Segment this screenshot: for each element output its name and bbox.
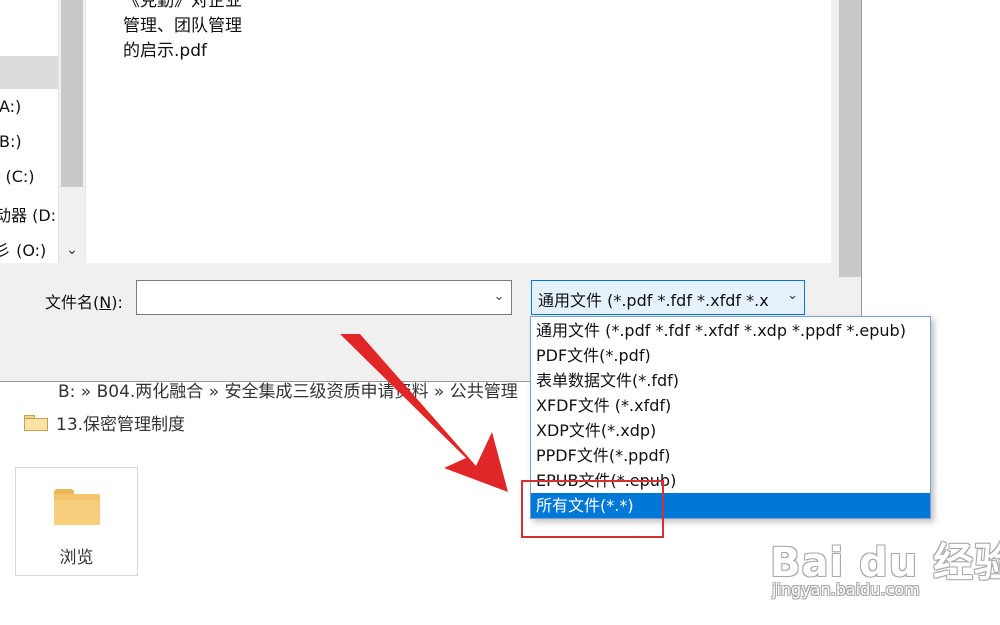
nav-item-drive-c[interactable]: : (C:) bbox=[0, 167, 55, 186]
baidu-watermark: Bai du 经验 jingyan.baidu.com bbox=[770, 520, 1000, 610]
nav-item-label: 彡 (O:) bbox=[0, 241, 47, 260]
file-name-label-suffix: ): bbox=[111, 293, 123, 312]
screenshot-stage: B: » B04.两化融合 » 安全集成三级资质申请资料 » 公共管理 13.保… bbox=[0, 0, 1000, 625]
file-item-pdf[interactable]: 《克勤》对企业 管理、团队管理 的启示.pdf bbox=[123, 0, 273, 64]
file-name-label-text: 文件名( bbox=[45, 293, 100, 312]
nav-selected-row[interactable] bbox=[0, 56, 58, 89]
nav-item-label: 动器 (D: bbox=[0, 206, 55, 225]
file-area-scrollbar[interactable] bbox=[839, 0, 861, 277]
file-item-line: 的启示.pdf bbox=[123, 41, 207, 61]
folder-icon bbox=[54, 489, 100, 525]
file-name-input[interactable] bbox=[136, 280, 512, 315]
option-common-files[interactable]: 通用文件 (*.pdf *.fdf *.xfdf *.xdp *.ppdf *.… bbox=[531, 318, 930, 343]
highlight-box bbox=[521, 480, 664, 538]
watermark-url: jingyan.baidu.com bbox=[772, 580, 920, 599]
file-list-area[interactable]: 《克勤》对企业 管理、团队管理 的启示.pdf bbox=[85, 0, 831, 263]
nav-item-drive-b[interactable]: B:) bbox=[0, 132, 58, 151]
chevron-down-icon: ⌄ bbox=[787, 288, 798, 303]
browse-button[interactable]: 浏览 bbox=[15, 467, 138, 576]
file-type-value: 通用文件 (*.pdf *.fdf *.xfdf *.x bbox=[538, 291, 769, 310]
nav-item-drive-a[interactable]: A:) bbox=[0, 97, 58, 116]
nav-item-label: : (C:) bbox=[0, 167, 35, 186]
chevron-down-icon[interactable]: ⌄ bbox=[61, 239, 83, 261]
file-name-access-key: N bbox=[99, 293, 112, 312]
nav-scrollbar-thumb[interactable] bbox=[61, 0, 83, 187]
option-fdf[interactable]: 表单数据文件(*.fdf) bbox=[531, 368, 930, 393]
nav-item-label: B:) bbox=[0, 132, 22, 151]
navigation-pane[interactable]: A:) B:) : (C:) 动器 (D: 彡 (O:) bbox=[0, 0, 59, 263]
nav-item-drive-d[interactable]: 动器 (D: bbox=[0, 202, 55, 226]
folder-name: 13.保密管理制度 bbox=[56, 414, 186, 435]
file-name-label: 文件名(N): bbox=[45, 289, 123, 313]
file-item-line: 管理、团队管理 bbox=[123, 16, 242, 36]
option-ppdf[interactable]: PPDF文件(*.ppdf) bbox=[531, 443, 930, 468]
file-type-select[interactable]: 通用文件 (*.pdf *.fdf *.xfdf *.x ⌄ bbox=[531, 280, 805, 315]
nav-item-label: A:) bbox=[0, 97, 22, 116]
chevron-down-icon[interactable]: ⌄ bbox=[489, 287, 509, 307]
nav-item-drive-o[interactable]: 彡 (O:) bbox=[0, 237, 55, 261]
folder-row[interactable]: 13.保密管理制度 bbox=[24, 410, 186, 435]
browse-label: 浏览 bbox=[59, 548, 94, 568]
option-xfdf[interactable]: XFDF文件 (*.xfdf) bbox=[531, 393, 930, 418]
option-pdf[interactable]: PDF文件(*.pdf) bbox=[531, 343, 930, 368]
file-item-line: 《克勤》对企业 bbox=[123, 0, 242, 11]
folder-icon bbox=[24, 415, 48, 431]
option-xdp[interactable]: XDP文件(*.xdp) bbox=[531, 418, 930, 443]
